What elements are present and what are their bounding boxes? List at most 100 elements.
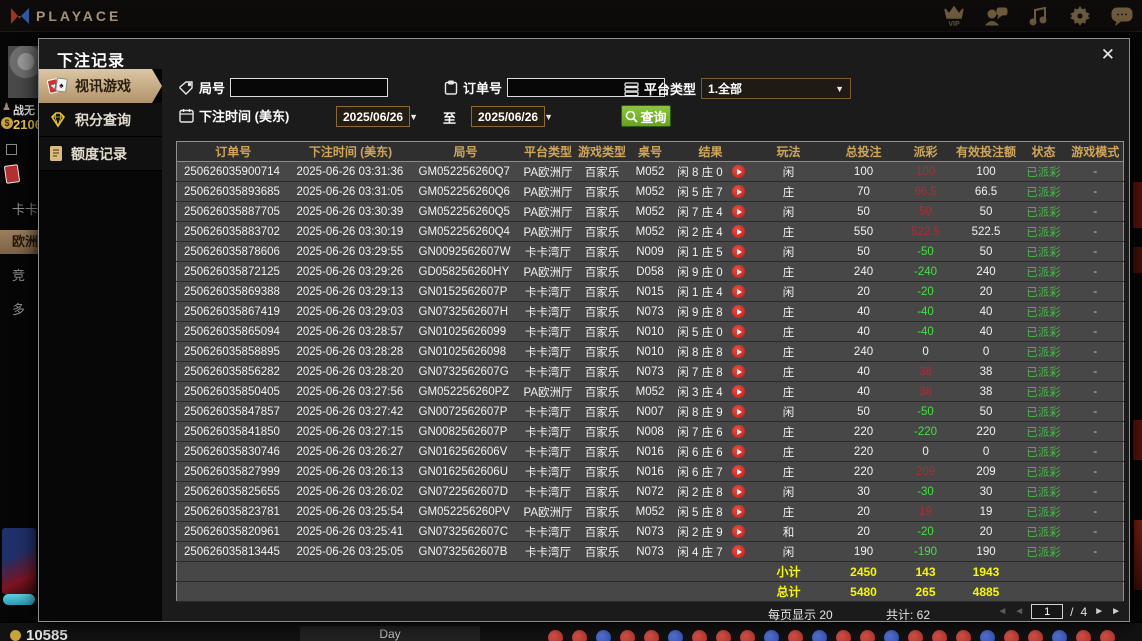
- chat-icon[interactable]: [1110, 4, 1134, 28]
- replay-icon[interactable]: [731, 265, 745, 278]
- table-row: 250626035813445 2025-06-26 03:25:05 GN0732…: [176, 541, 1124, 562]
- close-icon[interactable]: ✕: [1101, 45, 1115, 65]
- platform-label: 平台类型: [644, 82, 697, 97]
- replay-icon[interactable]: [731, 405, 745, 418]
- bead-icon: [644, 630, 659, 641]
- col-mode: 游戏模式: [1067, 141, 1124, 162]
- total-count-label: 共计: 62: [886, 608, 931, 622]
- replay-icon[interactable]: [731, 445, 745, 458]
- table-row: 250626035847857 2025-06-26 03:27:42 GN0072…: [176, 401, 1124, 422]
- col-result: 结果: [672, 141, 749, 162]
- bead-icon: [740, 630, 755, 641]
- search-label: 查询: [640, 109, 667, 125]
- replay-icon[interactable]: [731, 185, 745, 198]
- page-input[interactable]: [1031, 604, 1064, 619]
- chevron-down-icon: ▼: [409, 111, 418, 122]
- platform-select[interactable]: 1.全部 ▼: [701, 78, 852, 99]
- magnifier-icon: [626, 110, 639, 123]
- screen: PLAYACE VIP ♟ 战无 $ 2106 卡卡 欧洲 竞 多 10585 …: [0, 0, 1142, 641]
- promo-button[interactable]: [3, 594, 35, 605]
- playace-logo[interactable]: PLAYACE: [10, 7, 121, 25]
- replay-icon[interactable]: [731, 385, 745, 398]
- replay-icon[interactable]: [731, 245, 745, 258]
- vip-icon[interactable]: VIP: [942, 4, 966, 28]
- logo-text: PLAYACE: [36, 7, 122, 24]
- date-from-select[interactable]: 2025/06/26 ▼: [336, 106, 418, 127]
- to-label: 至: [443, 111, 457, 126]
- replay-icon[interactable]: [731, 325, 745, 338]
- service-icon[interactable]: [984, 4, 1008, 28]
- records-table: 订单号 下注时间 (美东) 局号 平台类型 游戏类型 桌号 结果 玩法 总投注 …: [176, 141, 1125, 602]
- replay-icon[interactable]: [731, 165, 745, 178]
- cards-icon[interactable]: [3, 164, 21, 184]
- username: 战无: [13, 105, 35, 117]
- next-page-icon[interactable]: ►: [1094, 606, 1104, 617]
- last-page-icon[interactable]: ►: [1111, 606, 1121, 617]
- chevron-down-icon: ▼: [544, 111, 553, 122]
- coin-icon: $: [1, 117, 13, 129]
- tab-video-games[interactable]: ♥ ♠ 视讯游戏: [39, 69, 162, 103]
- pagination-bar: 每页显示 20 共计: 62 ◄ ◄ / 4 ► ►: [176, 604, 1123, 622]
- replay-icon[interactable]: [731, 505, 745, 518]
- round-input[interactable]: [230, 78, 389, 97]
- promo-banner[interactable]: [2, 528, 36, 594]
- col-valid: 有效投注额: [952, 141, 1020, 162]
- table-row: 250626035869388 2025-06-26 03:29:13 GN0152…: [176, 281, 1124, 302]
- replay-icon[interactable]: [731, 345, 745, 358]
- bead-icon: [812, 630, 827, 641]
- date-to-value: 2025/06/26: [478, 109, 539, 124]
- date-from-value: 2025/06/26: [343, 109, 404, 124]
- lobby-bottom-strip: 10585 Day: [0, 622, 1142, 641]
- replay-icon[interactable]: [731, 485, 745, 498]
- replay-icon[interactable]: [731, 465, 745, 478]
- bead-icon: [884, 630, 899, 641]
- prev-page-icon[interactable]: ◄: [1014, 606, 1024, 617]
- bead-icon: [1100, 630, 1115, 641]
- replay-icon[interactable]: [731, 425, 745, 438]
- bead-icon: [572, 630, 587, 641]
- table-row: 250626035841850 2025-06-26 03:27:15 GN0082…: [176, 421, 1124, 442]
- lobby-nav-kaka[interactable]: 卡卡: [0, 198, 38, 222]
- col-time: 下注时间 (美东): [289, 141, 412, 162]
- topbar-icons: VIP: [942, 0, 1134, 32]
- replay-icon[interactable]: [731, 365, 745, 378]
- tab-quota-records[interactable]: 额度记录: [39, 137, 162, 171]
- replay-icon[interactable]: [731, 305, 745, 318]
- bet-time-filter: 下注时间 (美东): [179, 106, 289, 125]
- platform-filter: 平台类型 1.全部 ▼: [624, 78, 852, 99]
- replay-icon[interactable]: [731, 285, 745, 298]
- col-status: 状态: [1019, 141, 1068, 162]
- document-icon: [50, 146, 62, 161]
- table-row: 250626035823781 2025-06-26 03:25:54 GM0522…: [176, 501, 1124, 522]
- calendar-icon: [179, 109, 194, 123]
- replay-icon[interactable]: [731, 525, 745, 538]
- roadmap-beads: [548, 630, 1115, 641]
- replay-icon[interactable]: [731, 205, 745, 218]
- list-icon: [624, 81, 639, 96]
- lobby-nav-duo[interactable]: 多: [0, 298, 38, 322]
- tab-label: 积分查询: [75, 111, 131, 128]
- tab-points-query[interactable]: 积分查询: [39, 103, 162, 137]
- settings-icon[interactable]: [1068, 4, 1092, 28]
- replay-icon[interactable]: [731, 545, 745, 558]
- bead-icon: [1028, 630, 1043, 641]
- first-page-icon[interactable]: ◄: [997, 606, 1007, 617]
- day-selector[interactable]: Day: [300, 626, 480, 641]
- dialog-sidebar: ♥ ♠ 视讯游戏 积分查询 额度记录: [39, 69, 162, 621]
- bead-icon: [548, 630, 563, 641]
- lobby-nav-europe[interactable]: 欧洲: [0, 230, 38, 254]
- bead-icon: [692, 630, 707, 641]
- table-header-row: 订单号 下注时间 (美东) 局号 平台类型 游戏类型 桌号 结果 玩法 总投注 …: [176, 141, 1124, 162]
- replay-icon[interactable]: [731, 225, 745, 238]
- user-icon: ♟: [2, 102, 11, 113]
- edit-icon[interactable]: [6, 144, 17, 155]
- table-row: 250626035887705 2025-06-26 03:30:39 GM0522…: [176, 201, 1124, 222]
- lobby-nav-jing[interactable]: 竞: [0, 264, 38, 288]
- search-button[interactable]: 查询: [621, 105, 671, 127]
- per-page-label: 每页显示 20: [768, 608, 833, 622]
- music-icon[interactable]: [1026, 4, 1050, 28]
- bead-icon: [788, 630, 803, 641]
- date-to-select[interactable]: 2025/06/26 ▼: [471, 106, 553, 127]
- lobby-right-sliver: [1133, 247, 1142, 273]
- table-row: 250626035883702 2025-06-26 03:30:19 GM0522…: [176, 221, 1124, 242]
